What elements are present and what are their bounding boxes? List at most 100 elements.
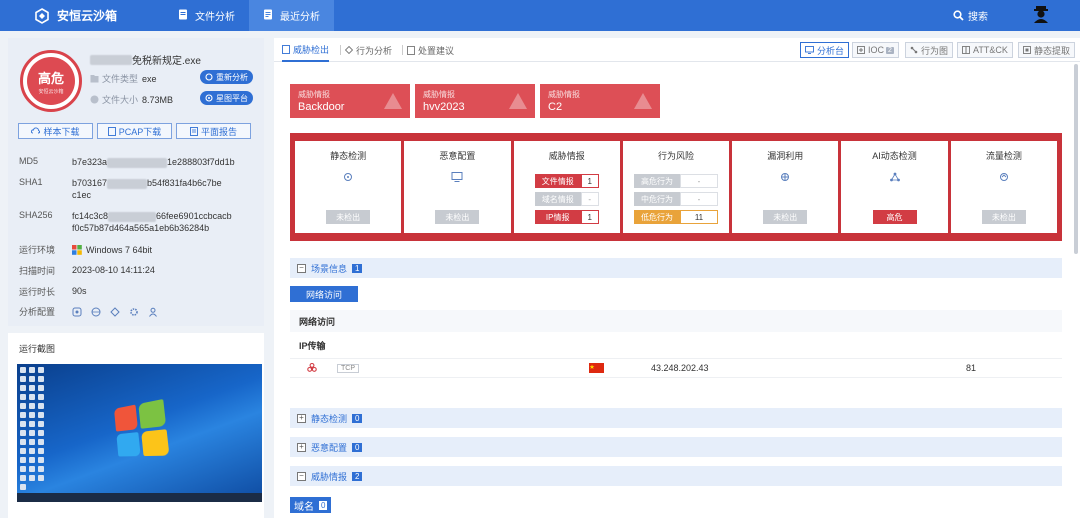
md5-row: MD5 b7e323a 1e288803f7dd1b (19, 156, 235, 168)
process-config-icon[interactable] (110, 306, 120, 317)
tool-attck[interactable]: ATT&CK (957, 42, 1013, 58)
detect-intel[interactable]: 威胁情报 文件情报 1 域名情报 - IP情报 1 (513, 141, 620, 233)
domain-button[interactable]: 域名 0 (290, 497, 332, 513)
warning-mountain-icon (509, 93, 527, 109)
user-config-icon[interactable] (148, 307, 158, 317)
file-type-row: 文件类型 exe (90, 72, 157, 85)
refresh-icon (205, 73, 213, 81)
bug-icon (781, 173, 790, 181)
tab-remediation[interactable]: 处置建议 (407, 38, 454, 62)
config-icons (72, 305, 158, 318)
report-icon (190, 126, 198, 136)
behavior-high-row[interactable]: 高危行为 - (633, 174, 718, 188)
scan-time-row: 扫描时间 2023-08-10 14:11:24 (19, 264, 155, 277)
network-access-button[interactable]: 网络访问 (290, 286, 358, 302)
report-label: 平面报告 (200, 126, 237, 137)
section-intel[interactable]: − 威胁情报 2 (290, 466, 1062, 486)
sha1-label: SHA1 (19, 177, 43, 187)
report-icon (407, 45, 415, 55)
intel-ip-row[interactable]: IP情报 1 (534, 210, 599, 224)
detect-exploit[interactable]: 漏洞利用 未检出 (732, 141, 839, 233)
section-count: 0 (352, 442, 363, 452)
detect-static[interactable]: 静态检测 未检出 (295, 141, 402, 233)
windows-logo-icon (113, 398, 170, 457)
platform-button[interactable]: 星图平台 (200, 91, 253, 105)
file-name: 免税新规定.exe (90, 52, 201, 67)
pcap-download-button[interactable]: PCAP下载 (97, 123, 172, 139)
nav-file-analysis[interactable]: 文件分析 (164, 0, 249, 31)
network-config-icon[interactable] (91, 307, 101, 317)
scrollbar[interactable] (1074, 64, 1078, 254)
section-static[interactable]: + 静态检测 0 (290, 408, 1062, 428)
search-label: 搜索 (968, 12, 988, 23)
behavior-badges: 高危行为 - 中危行为 - 低危行为 11 (633, 174, 718, 228)
nav-recent-analysis[interactable]: 最近分析 (249, 0, 334, 31)
section-count: 0 (352, 413, 363, 423)
analysis-panel: 威胁检出 行为分析 处置建议 分析台 IOC 2 行为图 ATT&CK 静态提取… (274, 38, 1080, 518)
run-screenshot-image[interactable] (17, 364, 262, 502)
section-config[interactable]: + 恶意配置 0 (290, 437, 1062, 457)
detect-title: 静态检测 (330, 151, 367, 161)
ip-row[interactable]: TCP 43.248.202.43 81 (290, 358, 1062, 378)
detect-behavior[interactable]: 行为风险 高危行为 - 中危行为 - 低危行为 11 (622, 141, 730, 233)
detect-title: 行为风险 (657, 151, 694, 161)
behavior-low-row[interactable]: 低危行为 11 (633, 210, 718, 224)
desktop-icons (20, 367, 45, 492)
tab-behavior-analysis[interactable]: 行为分析 (345, 38, 392, 62)
detect-title: AI动态检测 (872, 151, 917, 161)
nav-recent-analysis-label: 最近分析 (280, 12, 320, 23)
static-config-icon[interactable] (72, 307, 82, 317)
tool-behavior-graph[interactable]: 行为图 (905, 42, 954, 58)
ai-network-icon (889, 172, 900, 182)
intel-file-row[interactable]: 文件情报 1 (534, 174, 599, 188)
intel-card-backdoor[interactable]: 威胁情报 Backdoor (290, 84, 410, 118)
detect-traffic[interactable]: 流量检测 未检出 (950, 141, 1057, 233)
search-button[interactable]: 搜索 (953, 8, 988, 23)
pcap-download-label: PCAP下载 (118, 126, 162, 137)
china-flag-icon (589, 363, 604, 373)
tool-ioc[interactable]: IOC 2 (852, 42, 899, 58)
brand-name: 安恒云沙箱 (57, 9, 118, 23)
config-row: 分析配置 (19, 305, 158, 318)
graph-icon (910, 46, 918, 54)
biohazard-icon (307, 363, 317, 372)
tool-analysis-desk[interactable]: 分析台 (800, 42, 850, 58)
gear-icon[interactable] (129, 307, 139, 317)
intel-card-value: C2 (548, 101, 563, 113)
detect-config[interactable]: 恶意配置 未检出 (404, 141, 511, 233)
report-button[interactable]: 平面报告 (176, 123, 251, 139)
verdict-seal: 高危 安恒云沙箱 (20, 50, 82, 112)
env-row: 运行环境 Windows 7 64bit (19, 243, 152, 256)
intel-card-title: 威胁情报 (298, 90, 330, 99)
intel-card-title: 威胁情报 (548, 90, 580, 99)
duration-label: 运行时长 (19, 287, 56, 297)
brand[interactable]: 安恒云沙箱 (34, 7, 164, 24)
section-count: 2 (352, 471, 363, 481)
behavior-medium-row[interactable]: 中危行为 - (633, 192, 718, 206)
intel-card-hvv2023[interactable]: 威胁情报 hvv2023 (415, 84, 535, 118)
section-scene[interactable]: − 场景信息 1 (290, 258, 1062, 278)
intel-domain-row[interactable]: 域名情报 - (534, 192, 599, 206)
warning-mountain-icon (634, 93, 652, 109)
ip-port: 81 (966, 363, 977, 373)
reanalyze-button[interactable]: 重新分析 (200, 70, 253, 84)
scan-time-value: 2023-08-10 14:11:24 (72, 265, 155, 275)
nav-file-analysis-label: 文件分析 (195, 12, 235, 23)
redacted-block (90, 54, 132, 65)
detect-status: 未检出 (981, 210, 1026, 224)
protocol-tag: TCP (337, 363, 359, 373)
static-scan-icon (344, 173, 353, 181)
file-size-icon (90, 95, 99, 104)
document-icon (107, 126, 116, 136)
file-size-label: 文件大小 (102, 95, 139, 105)
tool-static-extract[interactable]: 静态提取 (1018, 42, 1076, 58)
tab-threat-detection[interactable]: 威胁检出 (282, 38, 330, 62)
diamond-icon (345, 46, 353, 54)
network-access-title: 网络访问 (290, 310, 1062, 332)
sample-download-button[interactable]: 样本下载 (18, 123, 93, 139)
avatar[interactable] (1032, 5, 1050, 26)
platform-label: 星图平台 (216, 93, 248, 103)
intel-card-c2[interactable]: 威胁情报 C2 (540, 84, 660, 118)
detect-ai[interactable]: AI动态检测 高危 (841, 141, 948, 233)
file-type-value: exe (142, 73, 157, 84)
